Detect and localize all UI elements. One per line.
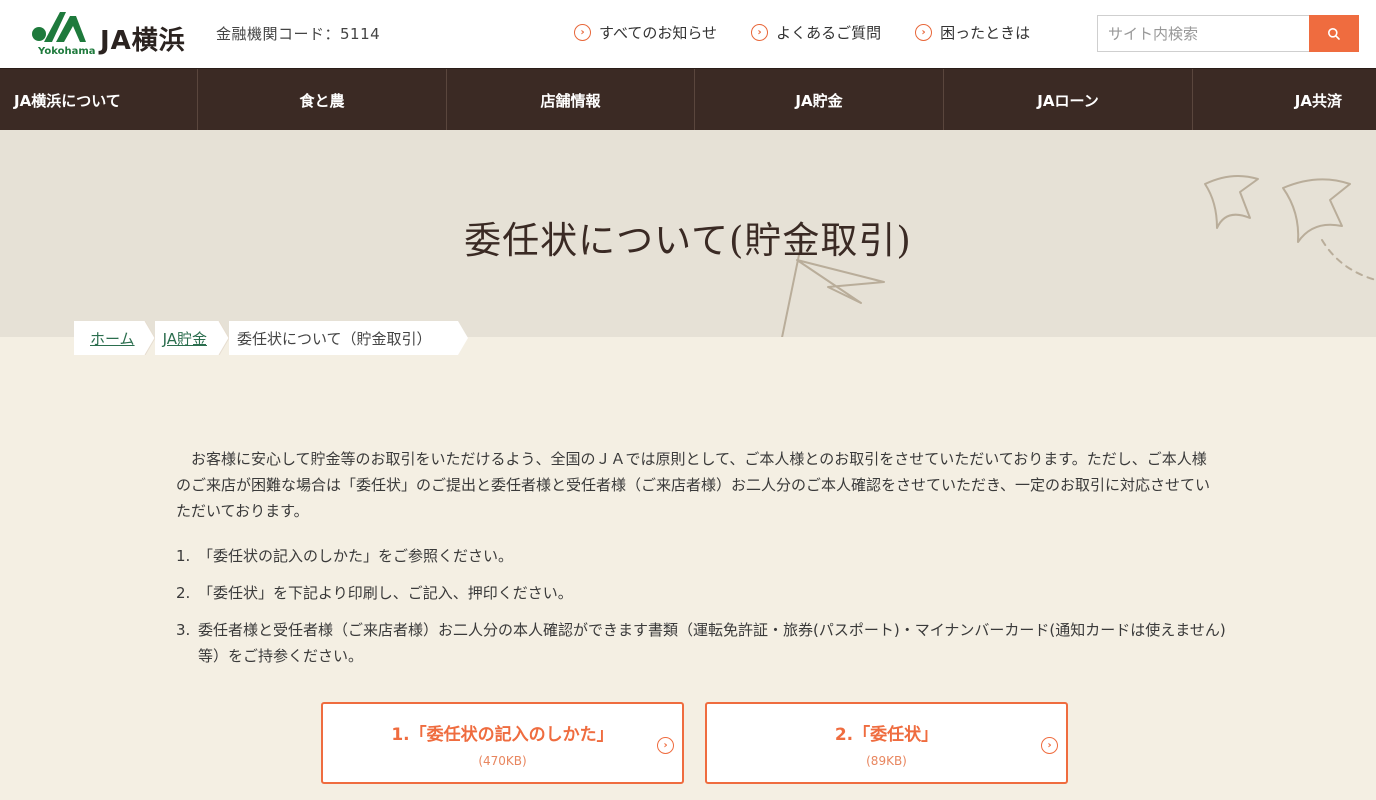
step-number: 3. bbox=[176, 621, 191, 639]
step-text: 委任者様と受任者様（ご来店者様）お二人分の本人確認ができます書類（運転免許証・旅… bbox=[198, 621, 1226, 665]
chevron-circle-icon: › bbox=[574, 24, 591, 41]
util-link-label: すべてのお知らせ bbox=[599, 24, 718, 42]
breadcrumb-link[interactable]: ホーム bbox=[90, 328, 135, 349]
breadcrumb-end bbox=[453, 321, 468, 355]
page-hero: 委任状について(貯金取引) bbox=[0, 130, 1376, 337]
page-title: 委任状について(貯金取引) bbox=[464, 219, 912, 262]
nav-label: JA貯金 bbox=[795, 91, 843, 110]
util-link-label: 困ったときは bbox=[940, 24, 1031, 42]
nav-savings[interactable]: JA貯金 bbox=[695, 69, 944, 131]
steps-list: 1. 「委任状の記入のしかた」をご参照ください。 2. 「委任状」を下記より印刷… bbox=[176, 543, 1226, 680]
breadcrumb-item-savings[interactable]: JA貯金 bbox=[154, 321, 215, 355]
nav-label: 食と農 bbox=[299, 91, 345, 110]
nav-label: JAローン bbox=[1037, 91, 1099, 110]
list-item: 2. 「委任状」を下記より印刷し、ご記入、押印ください。 bbox=[176, 580, 1226, 606]
breadcrumb-current: 委任状について（貯金取引） bbox=[228, 321, 454, 355]
ja-logo-icon bbox=[32, 12, 86, 42]
logo-subtext: Yokohama bbox=[38, 46, 96, 57]
breadcrumb-separator bbox=[214, 321, 229, 355]
step-number: 2. bbox=[176, 584, 191, 602]
download-size: (89KB) bbox=[866, 754, 907, 768]
nav-food-agriculture[interactable]: 食と農 bbox=[198, 69, 447, 131]
ja-yokohama-logo[interactable]: JA横浜 Yokohama bbox=[30, 8, 205, 60]
chevron-circle-icon: › bbox=[751, 24, 769, 41]
nav-label: JA共済 bbox=[1294, 91, 1342, 110]
chevron-circle-icon: › bbox=[657, 737, 674, 754]
faq-link[interactable]: › よくあるご質問 bbox=[751, 22, 881, 43]
site-header: JA横浜 Yokohama 金融機関コード：5114 › すべてのお知らせ › … bbox=[0, 0, 1376, 68]
breadcrumb-item-home[interactable]: ホーム bbox=[74, 321, 141, 355]
download-size: (470KB) bbox=[478, 754, 527, 768]
search-icon bbox=[1328, 27, 1340, 40]
chevron-circle-icon: › bbox=[915, 24, 933, 41]
nav-insurance[interactable]: JA共済 bbox=[1193, 69, 1376, 131]
nav-label: 店舗情報 bbox=[540, 91, 601, 110]
nav-branches[interactable]: 店舗情報 bbox=[447, 69, 695, 131]
chevron-circle-icon: › bbox=[1041, 737, 1058, 754]
all-news-link[interactable]: › すべてのお知らせ bbox=[574, 22, 717, 43]
download-guide-button[interactable]: 1.「委任状の記入のしかた」 (470KB) › bbox=[321, 702, 684, 784]
download-title: 1.「委任状の記入のしかた」 bbox=[391, 725, 614, 745]
logo-text: JA横浜 bbox=[100, 26, 186, 56]
search-button[interactable] bbox=[1309, 15, 1359, 52]
site-search bbox=[1097, 15, 1359, 52]
step-text: 「委任状の記入のしかた」をご参照ください。 bbox=[198, 547, 514, 565]
list-item: 3. 委任者様と受任者様（ご来店者様）お二人分の本人確認ができます書類（運転免許… bbox=[176, 617, 1226, 669]
breadcrumb: ホーム JA貯金 委任状について（貯金取引） bbox=[74, 321, 468, 355]
bank-code: 金融機関コード：5114 bbox=[216, 25, 381, 43]
breadcrumb-current-label: 委任状について（貯金取引） bbox=[236, 329, 432, 348]
utility-links: › すべてのお知らせ › よくあるご質問 › 困ったときは bbox=[574, 22, 1030, 43]
breadcrumb-link[interactable]: JA貯金 bbox=[163, 328, 207, 349]
nav-label: JA横浜について bbox=[14, 91, 121, 110]
search-input[interactable] bbox=[1097, 15, 1309, 52]
download-title: 2.「委任状」 bbox=[834, 725, 939, 745]
download-form-button[interactable]: 2.「委任状」 (89KB) › bbox=[705, 702, 1068, 784]
step-text: 「委任状」を下記より印刷し、ご記入、押印ください。 bbox=[198, 584, 573, 602]
breadcrumb-separator bbox=[140, 321, 155, 355]
list-item: 1. 「委任状の記入のしかた」をご参照ください。 bbox=[176, 543, 1226, 569]
util-link-label: よくあるご質問 bbox=[776, 24, 882, 42]
global-nav: JA横浜について 食と農 店舗情報 JA貯金 JAローン JA共済 bbox=[0, 68, 1376, 131]
nav-loans[interactable]: JAローン bbox=[944, 69, 1193, 131]
step-number: 1. bbox=[176, 547, 191, 565]
intro-text: お客様に安心して貯金等のお取引をいただけるよう、全国のＪＡでは原則として、ご本人… bbox=[176, 450, 1210, 520]
nav-about[interactable]: JA横浜について bbox=[0, 69, 198, 131]
help-link[interactable]: › 困ったときは bbox=[915, 22, 1030, 43]
